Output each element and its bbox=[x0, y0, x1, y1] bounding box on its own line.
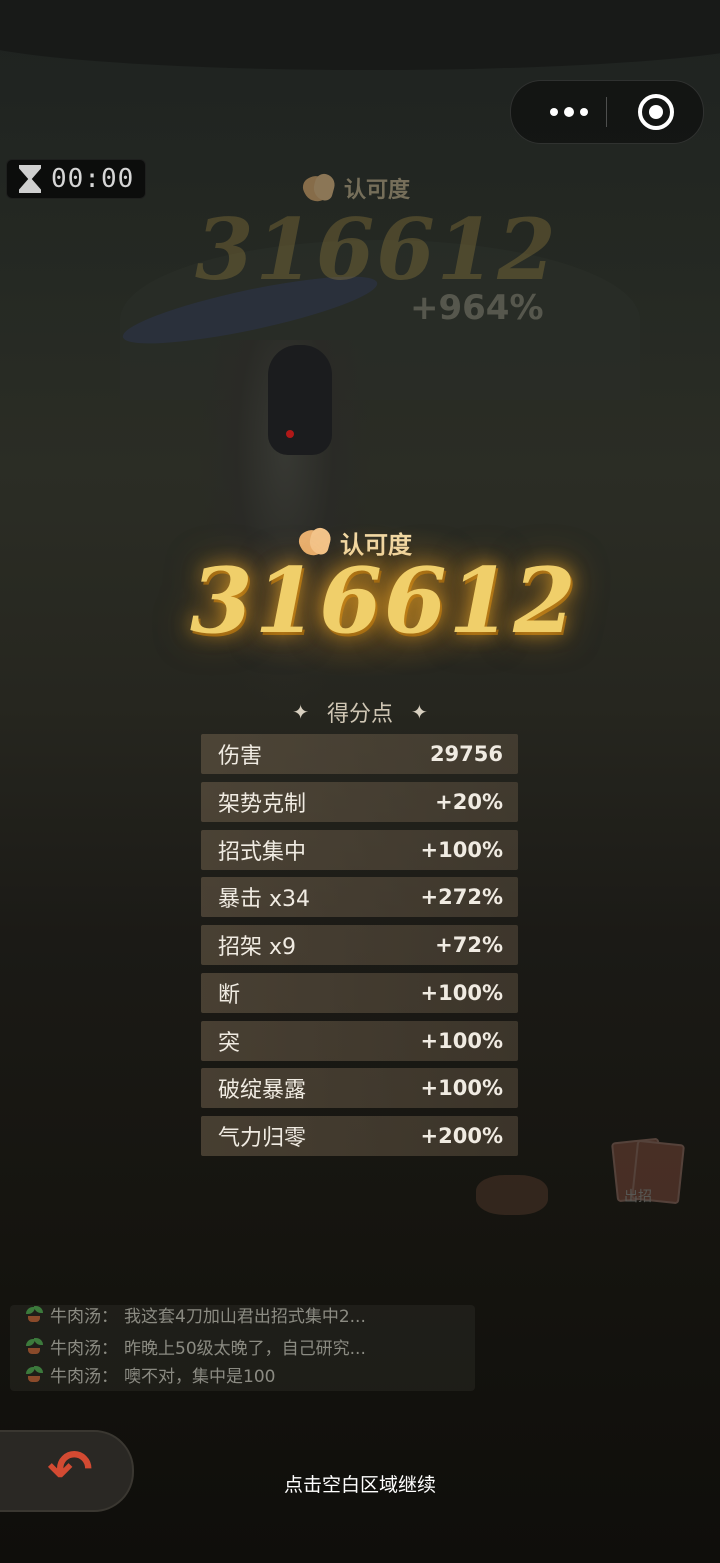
points-row: 断 +100% bbox=[201, 972, 518, 1013]
points-row: 破绽暴露 +100% bbox=[201, 1068, 518, 1109]
points-row-value: +100% bbox=[420, 1028, 503, 1053]
more-dots-icon[interactable] bbox=[531, 81, 606, 143]
chat-feed: 牛肉汤： 我这套4刀加山君出招式集中2... 牛肉汤： 昨晚上50级太晚了，自己… bbox=[10, 1305, 475, 1391]
points-row-label: 招式集中 bbox=[218, 839, 307, 865]
points-row-label: 破绽暴露 bbox=[218, 1078, 307, 1104]
hourglass-icon bbox=[19, 165, 41, 193]
points-row-label: 伤害 bbox=[218, 744, 263, 769]
chat-text: 噢不对，集中是100 bbox=[124, 1366, 276, 1387]
points-row: 招架 x9 +72% bbox=[201, 925, 518, 965]
background-decoration bbox=[476, 1175, 548, 1215]
points-row-label: 招架 x9 bbox=[218, 935, 297, 960]
sprout-icon bbox=[24, 1336, 44, 1356]
points-row-value: +272% bbox=[420, 885, 503, 910]
chat-message: 牛肉汤： 噢不对，集中是100 bbox=[24, 1361, 275, 1387]
previous-score-value: 316612 bbox=[195, 200, 558, 299]
mini-program-capsule bbox=[510, 80, 704, 144]
points-row-value: +100% bbox=[420, 980, 503, 1005]
back-arrow-icon: ↶ bbox=[47, 1438, 93, 1501]
points-row: 暴击 x34 +272% bbox=[201, 877, 518, 918]
target-circle-icon[interactable] bbox=[638, 94, 674, 130]
points-row: 突 +100% bbox=[201, 1020, 518, 1061]
previous-score-bonus: +964% bbox=[410, 288, 544, 328]
capsule-divider bbox=[606, 97, 607, 127]
points-title: ✦ 得分点 ✦ bbox=[270, 692, 450, 732]
points-row-value: 29756 bbox=[429, 742, 503, 766]
points-row-value: +72% bbox=[435, 933, 503, 957]
chat-user: 牛肉汤： bbox=[50, 1338, 118, 1359]
chat-message: 牛肉汤： 我这套4刀加山君出招式集中2... bbox=[24, 1301, 366, 1327]
timer: 00:00 bbox=[6, 159, 146, 199]
points-row: 气力归零 +200% bbox=[201, 1116, 518, 1156]
points-row-value: +100% bbox=[420, 1076, 503, 1101]
points-row-label: 气力归零 bbox=[218, 1126, 307, 1151]
chat-user: 牛肉汤： bbox=[50, 1366, 118, 1387]
points-row: 伤害 29756 bbox=[201, 734, 518, 774]
sparkle-icon: ✦ bbox=[411, 700, 428, 724]
points-row-value: +200% bbox=[420, 1124, 503, 1148]
chat-user: 牛肉汤： bbox=[50, 1306, 118, 1327]
points-row-label: 暴击 x34 bbox=[218, 887, 311, 913]
chat-text: 昨晚上50级太晚了，自己研究... bbox=[124, 1338, 366, 1359]
sparkle-icon: ✦ bbox=[292, 700, 309, 724]
chat-message: 牛肉汤： 昨晚上50级太晚了，自己研究... bbox=[24, 1333, 366, 1359]
points-row: 招式集中 +100% bbox=[201, 829, 518, 870]
game-screen[interactable]: 00:00 认可度 316612 +964% 认可度 316612 ✦ 得分点 … bbox=[0, 0, 720, 1563]
points-row-value: +100% bbox=[420, 837, 503, 862]
points-row-label: 架势克制 bbox=[218, 791, 307, 817]
points-title-text: 得分点 bbox=[326, 702, 393, 727]
points-row-label: 断 bbox=[218, 982, 241, 1008]
points-list: 伤害 29756 架势克制 +20% 招式集中 +100% 暴击 x34 +272% 招… bbox=[201, 734, 518, 1164]
warrior-helmet bbox=[268, 345, 332, 455]
score-value: 316612 bbox=[190, 548, 578, 654]
cards-label: 出招 bbox=[624, 1189, 652, 1205]
sprout-icon bbox=[24, 1304, 44, 1324]
background-ridge bbox=[0, 0, 720, 70]
sprout-icon bbox=[24, 1364, 44, 1384]
back-button[interactable]: ↶ bbox=[0, 1430, 134, 1512]
timer-value: 00:00 bbox=[51, 164, 135, 194]
points-row: 架势克制 +20% bbox=[201, 781, 518, 822]
points-row-label: 突 bbox=[218, 1030, 241, 1056]
cards-icon: 出招 bbox=[608, 1137, 686, 1205]
points-row-value: +20% bbox=[435, 789, 503, 814]
warrior-eye bbox=[286, 430, 294, 438]
chat-text: 我这套4刀加山君出招式集中2... bbox=[124, 1306, 366, 1327]
continue-hint: 点击空白区域继续 bbox=[283, 1474, 436, 1496]
